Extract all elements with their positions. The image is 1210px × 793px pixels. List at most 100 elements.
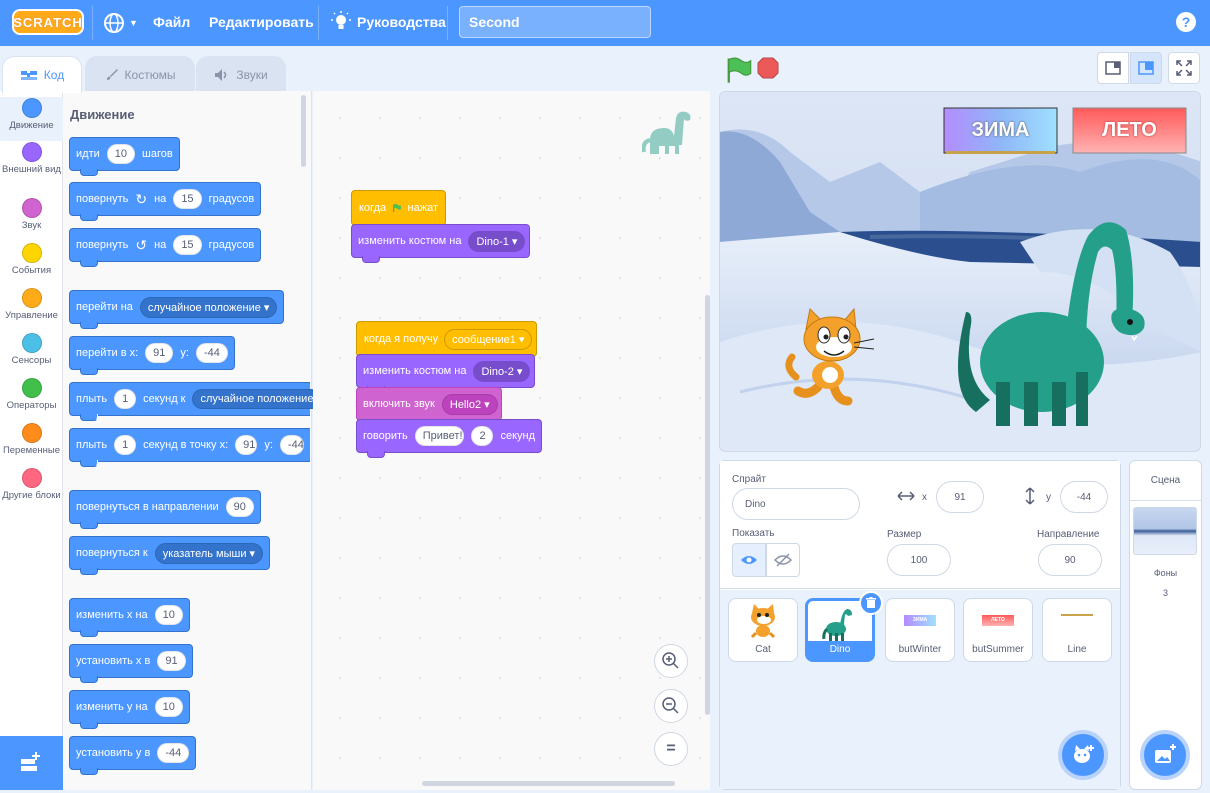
choose-backdrop-button[interactable]	[1140, 730, 1190, 780]
zoom-in-button[interactable]	[654, 644, 688, 678]
language-menu[interactable]: ▼	[103, 12, 138, 34]
sprite-name-input[interactable]	[732, 488, 860, 520]
butsummer-thumbnail: ЛЕТО	[982, 615, 1014, 626]
category-events[interactable]: События	[0, 243, 63, 276]
palette-section-title: Движение	[70, 107, 135, 122]
sprite-x-input[interactable]: 91	[936, 481, 984, 513]
add-extension-button[interactable]	[0, 736, 63, 790]
horizontal-arrows-icon	[897, 491, 915, 501]
zoom-in-icon	[662, 652, 679, 669]
small-stage-icon	[1105, 61, 1121, 75]
block-glide[interactable]: плыть 1 секунд к случайное положение	[69, 382, 322, 421]
block-move-steps[interactable]: идти 10 шагов	[69, 137, 180, 176]
category-motion[interactable]: Движение	[0, 97, 63, 141]
x-label: x	[922, 492, 927, 503]
zoom-out-icon	[662, 697, 679, 714]
tab-sounds[interactable]: Звуки	[196, 56, 286, 92]
sprite-direction-input[interactable]: 90	[1038, 544, 1102, 576]
menu-divider	[318, 6, 319, 40]
category-my-blocks[interactable]: Другие блоки	[0, 468, 63, 501]
normal-stage-icon	[1138, 61, 1154, 75]
sprite-tile-name: Dino	[808, 641, 872, 659]
block-goto[interactable]: перейти на случайное положение ▾	[69, 290, 285, 329]
category-sensing[interactable]: Сенсоры	[0, 333, 63, 366]
sprite-size-input[interactable]: 100	[887, 544, 951, 576]
zoom-out-button[interactable]	[654, 689, 688, 723]
category-control[interactable]: Управление	[0, 288, 63, 321]
block-turn-right[interactable]: повернуть ↻ на 15 градусов	[69, 182, 262, 221]
workspace-horizontal-scrollbar[interactable]	[422, 781, 675, 786]
stage-canvas[interactable]: ЗИМА ЛЕТО	[719, 91, 1201, 452]
lightbulb-icon	[331, 11, 351, 29]
green-flag-button[interactable]	[723, 55, 753, 85]
green-flag-icon	[393, 203, 401, 213]
dino-thumbnail-icon	[822, 609, 852, 641]
block-change-y[interactable]: изменить у на 10	[69, 690, 190, 729]
zoom-reset-button[interactable]: =	[654, 732, 688, 766]
sprite-tile-butsummer[interactable]: ЛЕТО butSummer	[963, 598, 1033, 662]
sprite-tile-name: butSummer	[972, 644, 1024, 655]
add-backdrop-icon	[1155, 744, 1176, 763]
block-set-x[interactable]: установить х в 91	[69, 644, 193, 683]
stage-pane-title: Сцена	[1130, 461, 1201, 501]
help-button[interactable]: ?	[1176, 12, 1196, 32]
script1-switch-costume[interactable]: изменить костюм на Dino-1 ▾	[351, 224, 530, 263]
sprite-tile-name: Cat	[755, 644, 771, 655]
sprite-y-input[interactable]: -44	[1060, 481, 1108, 513]
sprite-tile-butwinter[interactable]: ЗИМА butWinter	[885, 598, 955, 662]
script2-when-i-receive[interactable]: когда я получу сообщение1 ▾	[356, 311, 537, 357]
tab-code[interactable]: Код	[2, 56, 82, 93]
tutorials-label: Руководства	[357, 14, 446, 30]
small-stage-button[interactable]	[1097, 52, 1129, 84]
stage-summer-button[interactable]: ЛЕТО	[1073, 108, 1186, 153]
show-label: Показать	[732, 528, 775, 539]
category-variables[interactable]: Переменные	[0, 423, 63, 456]
block-change-x[interactable]: изменить х на 10	[69, 598, 190, 637]
code-icon	[20, 71, 37, 80]
sprite-tile-line[interactable]: Line	[1042, 598, 1112, 662]
menu-divider	[447, 6, 448, 40]
delete-sprite-button[interactable]	[859, 591, 883, 615]
file-menu[interactable]: Файл	[153, 14, 190, 30]
show-hidden-button[interactable]	[766, 543, 800, 577]
normal-stage-button[interactable]	[1130, 52, 1162, 84]
script2-play-sound[interactable]: включить звук Hello2 ▾	[356, 387, 502, 426]
script2-switch-costume[interactable]: изменить костюм на Dino-2 ▾	[356, 354, 535, 393]
backdrop-thumbnail	[1133, 507, 1197, 555]
scratch-logo[interactable]: SCRATCH	[12, 9, 84, 35]
rotate-right-icon: ↻	[135, 190, 148, 207]
sprite-tile-name: butWinter	[898, 644, 942, 655]
script2-say-for-secs[interactable]: говорить Привет! 2 секунд	[356, 419, 542, 458]
block-goto-xy[interactable]: перейти в x: 91 y: -44	[69, 336, 235, 375]
stop-button[interactable]	[753, 53, 783, 83]
cat-thumbnail-icon	[750, 604, 776, 639]
category-looks[interactable]: Внешний вид	[0, 142, 63, 175]
category-sound[interactable]: Звук	[0, 198, 63, 231]
palette-scrollbar[interactable]	[301, 95, 306, 167]
backdrops-count: 3	[1162, 588, 1168, 598]
choose-sprite-button[interactable]	[1058, 730, 1108, 780]
edit-menu[interactable]: Редактировать	[209, 14, 314, 30]
block-point-towards[interactable]: повернуться к указатель мыши ▾	[69, 536, 271, 575]
block-glide-xy[interactable]: плыть 1 секунд в точку x: 91 y: -44	[69, 428, 310, 467]
workspace-vertical-scrollbar[interactable]	[705, 295, 710, 715]
block-turn-left[interactable]: повернуть ↺ на 15 градусов	[69, 228, 262, 267]
show-visible-button[interactable]	[732, 543, 766, 577]
tab-costumes[interactable]: Костюмы	[85, 56, 195, 92]
speaker-icon	[215, 68, 227, 81]
globe-icon	[104, 13, 124, 33]
menu-bar: SCRATCH ▼ Файл Редактировать Руководства…	[0, 0, 1210, 46]
script1-when-flag-clicked[interactable]: когда нажат	[351, 180, 446, 226]
block-set-y[interactable]: установить у в -44	[69, 736, 197, 775]
menu-divider	[92, 6, 93, 40]
sprite-tile-cat[interactable]: Cat	[728, 598, 798, 662]
add-extension-icon	[21, 752, 40, 771]
fullscreen-button[interactable]	[1168, 52, 1200, 84]
tab-sounds-label: Звуки	[236, 67, 268, 82]
tutorials-button[interactable]: Руководства	[331, 11, 446, 33]
category-operators[interactable]: Операторы	[0, 378, 63, 411]
block-point-direction[interactable]: повернуться в направлении 90	[69, 490, 261, 529]
stage-winter-button[interactable]: ЗИМА	[944, 108, 1057, 153]
chevron-down-icon: ▼	[129, 18, 138, 28]
project-title-input[interactable]	[459, 6, 651, 38]
